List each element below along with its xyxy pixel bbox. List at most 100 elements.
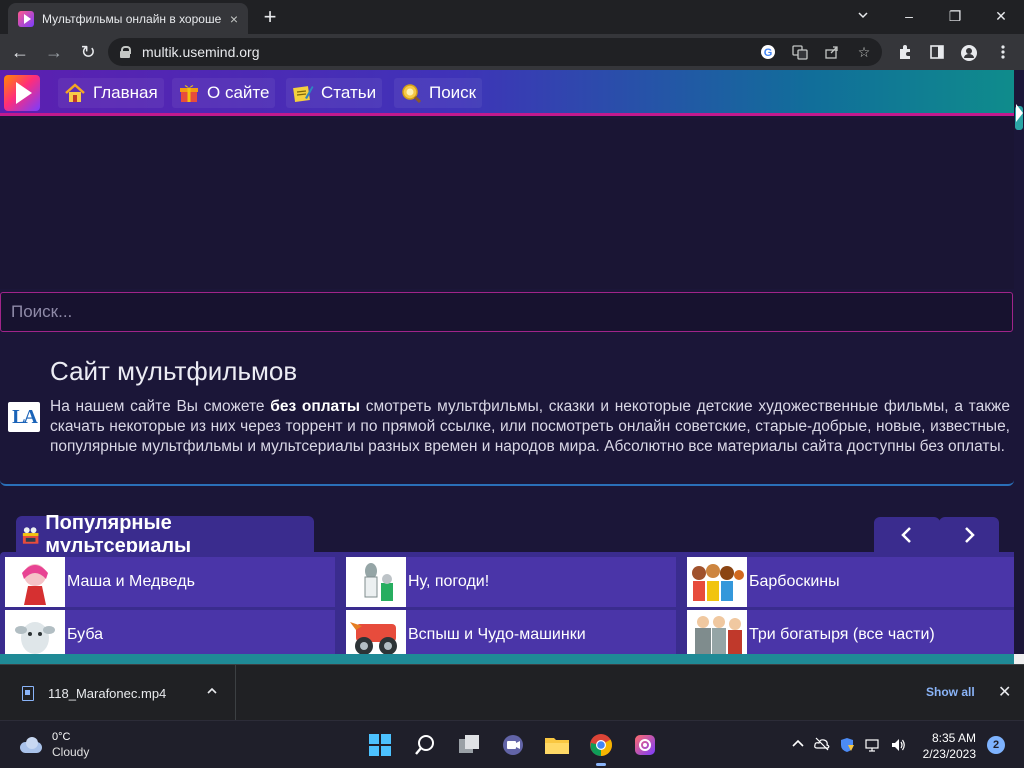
tab-search-icon[interactable] xyxy=(851,4,875,28)
series-title: Буба xyxy=(67,626,104,643)
taskbar: 0°C Cloudy 8:35 AM 2/23/2023 2 xyxy=(0,720,1024,768)
series-card-buba[interactable]: Буба xyxy=(5,610,335,660)
download-item[interactable]: 118_Marafonec.mp4 xyxy=(0,665,236,721)
site-navigation: Главная О сайте Статьи Поиск xyxy=(0,70,1014,116)
play-icon xyxy=(16,82,32,104)
close-download-bar-icon[interactable]: ✕ xyxy=(998,682,1011,702)
series-card-masha[interactable]: Маша и Медведь xyxy=(5,557,335,607)
google-icon[interactable]: G xyxy=(760,44,776,60)
active-app-indicator xyxy=(596,763,606,766)
nav-label-home: Главная xyxy=(93,83,158,102)
minimize-button[interactable]: – xyxy=(897,4,921,28)
chevron-right-icon xyxy=(965,527,975,543)
series-thumbnail xyxy=(687,610,747,660)
carousel-next-button[interactable] xyxy=(939,517,999,553)
forward-button[interactable]: → xyxy=(40,38,68,66)
series-card-nu-pogodi[interactable]: Ну, погоди! xyxy=(346,557,676,607)
series-title: Барбоскины xyxy=(749,573,840,590)
site-logo[interactable] xyxy=(4,75,40,111)
task-view-button[interactable] xyxy=(455,731,483,759)
network-icon[interactable] xyxy=(865,737,881,753)
translate-icon[interactable] xyxy=(792,44,808,60)
url-text: multik.usemind.org xyxy=(142,44,260,60)
browser-tab[interactable]: Мультфильмы онлайн в хороше × xyxy=(8,3,248,34)
security-warning-icon[interactable] xyxy=(839,737,855,753)
magnifier-icon xyxy=(402,84,422,104)
reload-button[interactable]: ↻ xyxy=(74,38,102,66)
teams-chat-button[interactable] xyxy=(499,731,527,759)
show-all-downloads-button[interactable]: Show all xyxy=(926,685,975,699)
profile-avatar-icon[interactable] xyxy=(960,44,978,62)
nav-item-about[interactable]: О сайте xyxy=(172,78,276,108)
browser-toolbar: ← → ↻ multik.usemind.org G ☆ xyxy=(0,34,1024,70)
back-button[interactable]: ← xyxy=(6,38,34,66)
notification-badge[interactable]: 2 xyxy=(987,736,1005,754)
tray-overflow-chevron-icon[interactable] xyxy=(790,737,806,753)
nav-label-about: О сайте xyxy=(207,83,270,102)
svg-text:G: G xyxy=(764,47,773,59)
nav-item-home[interactable]: Главная xyxy=(58,78,164,108)
series-thumbnail xyxy=(5,557,65,607)
page-title: Сайт мультфильмов xyxy=(50,356,298,386)
file-icon xyxy=(22,685,34,701)
nav-item-articles[interactable]: Статьи xyxy=(286,78,383,108)
series-card-tri-bogatyrya[interactable]: Три богатыря (все части) xyxy=(687,610,1014,660)
web-page: Главная О сайте Статьи Поиск Поиск... LA… xyxy=(0,70,1014,664)
recorder-app-icon xyxy=(635,735,655,755)
search-icon xyxy=(415,735,434,755)
video-chat-icon xyxy=(503,735,523,755)
site-search-input[interactable] xyxy=(0,292,1013,332)
lock-icon[interactable] xyxy=(120,46,131,58)
weather-widget[interactable]: 0°C Cloudy xyxy=(18,730,89,760)
intro-description: На нашем сайте Вы сможете без оплаты смо… xyxy=(50,397,1010,457)
onedrive-icon[interactable] xyxy=(814,737,830,753)
windows-logo-icon xyxy=(369,734,391,756)
page-scrollbar[interactable] xyxy=(1014,70,1024,664)
chevron-up-icon[interactable] xyxy=(206,685,218,697)
weather-text: 0°C Cloudy xyxy=(52,730,89,760)
series-title: Маша и Медведь xyxy=(67,573,195,590)
side-panel-icon[interactable] xyxy=(928,44,946,62)
temperature: 0°C xyxy=(52,731,71,743)
system-clock[interactable]: 8:35 AM 2/23/2023 xyxy=(914,730,976,762)
intro-block: LA Сайт мультфильмов На нашем сайте Вы с… xyxy=(0,340,1014,486)
browser-menu-icon[interactable] xyxy=(994,44,1012,62)
address-bar[interactable]: multik.usemind.org G ☆ xyxy=(108,38,882,66)
screen-recorder-button[interactable] xyxy=(631,731,659,759)
notepad-icon xyxy=(293,86,314,103)
series-title: Три богатыря (все части) xyxy=(749,626,935,643)
ad-placeholder xyxy=(0,119,1014,289)
chevron-left-icon xyxy=(901,527,911,543)
series-card-barboskiny[interactable]: Барбоскины xyxy=(687,557,1014,607)
house-icon xyxy=(65,83,85,102)
bookmark-star-icon[interactable]: ☆ xyxy=(856,44,872,60)
taskbar-search-button[interactable] xyxy=(411,731,439,759)
series-thumbnail xyxy=(687,557,747,607)
extensions-icon[interactable] xyxy=(896,44,914,62)
share-icon[interactable] xyxy=(824,44,840,60)
download-filename: 118_Marafonec.mp4 xyxy=(48,685,167,701)
close-window-button[interactable]: ✕ xyxy=(989,4,1013,28)
series-thumbnail xyxy=(346,557,406,607)
file-explorer-button[interactable] xyxy=(543,731,571,759)
tab-close-icon[interactable]: × xyxy=(230,11,238,27)
nav-item-search[interactable]: Поиск xyxy=(394,78,483,108)
task-view-icon xyxy=(459,735,479,753)
restore-button[interactable]: ❐ xyxy=(943,4,967,28)
site-favicon-icon xyxy=(18,10,34,27)
chrome-icon xyxy=(590,734,612,756)
carousel-prev-button[interactable] xyxy=(874,517,940,553)
popular-section-header: Популярные мультсериалы xyxy=(16,512,314,557)
nav-label-search: Поиск xyxy=(429,83,477,102)
la-logo: LA xyxy=(8,402,40,432)
intro-text-start: На нашем сайте Вы сможете xyxy=(50,398,271,415)
new-tab-button[interactable]: + xyxy=(258,5,282,29)
start-button[interactable] xyxy=(366,731,394,759)
cloud-icon xyxy=(18,737,44,753)
mouse-cursor-icon xyxy=(1016,104,1023,122)
series-title: Вспыш и Чудо-машинки xyxy=(408,626,586,643)
series-card-blaze[interactable]: Вспыш и Чудо-машинки xyxy=(346,610,676,660)
chrome-taskbar-button[interactable] xyxy=(587,731,615,759)
browser-tab-strip: Мультфильмы онлайн в хороше × + – ❐ ✕ xyxy=(0,0,1024,34)
volume-icon[interactable] xyxy=(890,737,906,753)
